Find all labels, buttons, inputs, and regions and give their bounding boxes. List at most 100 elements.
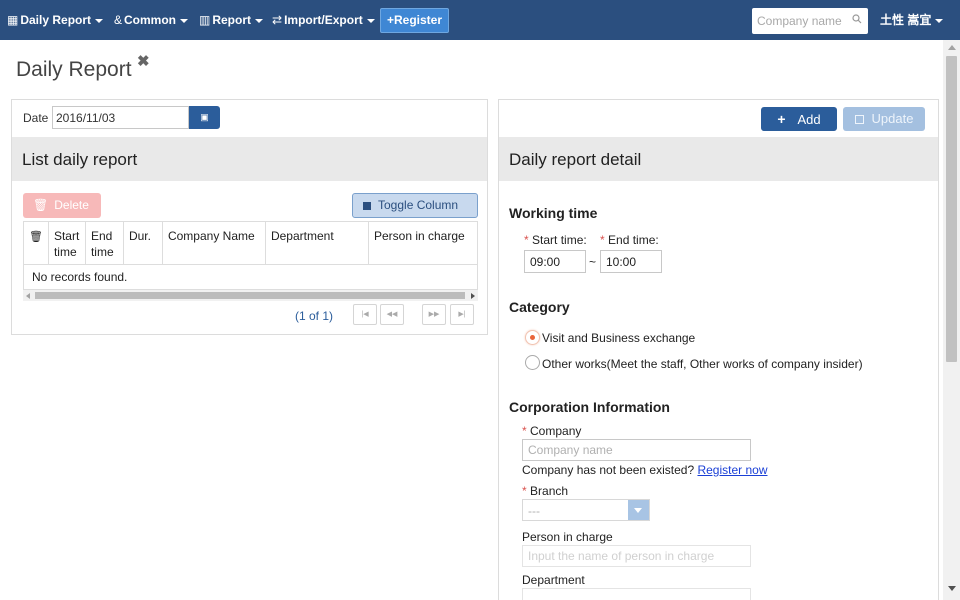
required-mark: *: [522, 424, 527, 438]
company-search-input[interactable]: [752, 8, 848, 34]
scroll-thumb[interactable]: [35, 292, 465, 299]
detail-panel-title: Daily report detail: [509, 150, 642, 169]
branch-label: * Branch: [522, 484, 568, 498]
person-in-charge-input[interactable]: [522, 545, 751, 567]
update-label: Update: [871, 111, 914, 126]
nav-common-label: Common: [124, 13, 177, 27]
empty-message: No records found.: [23, 264, 478, 290]
company-not-exist-text: Company has not been existed?: [522, 463, 695, 477]
calendar-icon: ▦: [7, 13, 19, 27]
column-header-company-name[interactable]: Company Name: [161, 221, 266, 265]
prev-page-button[interactable]: ◀◀: [380, 304, 404, 325]
chevron-down-icon[interactable]: [628, 500, 649, 520]
department-input[interactable]: [522, 588, 751, 600]
user-menu[interactable]: 土性 嵩宜: [880, 0, 944, 40]
column-header-department[interactable]: Department: [264, 221, 369, 265]
branch-select-value: ---: [528, 504, 540, 518]
date-input[interactable]: [52, 106, 189, 129]
required-mark: *: [524, 233, 529, 247]
vertical-scrollbar[interactable]: [943, 40, 960, 600]
horizontal-scrollbar[interactable]: [23, 290, 478, 301]
top-navbar: ▦ Daily Report & Common ▥ Report ⇄ Import/Ex…: [0, 0, 960, 40]
columns-icon: [363, 201, 371, 210]
company-not-exist-hint: Company has not been existed? Register n…: [522, 463, 768, 477]
trash-icon: 🗑: [33, 198, 49, 212]
column-header-person-in-charge[interactable]: Person in charge: [367, 221, 479, 265]
search-icon[interactable]: [852, 14, 862, 24]
page-info: (1 of 1): [295, 309, 334, 323]
last-page-button[interactable]: ▶|: [450, 304, 474, 325]
scroll-thumb[interactable]: [946, 56, 957, 362]
branch-select[interactable]: ---: [522, 499, 650, 521]
company-input[interactable]: [522, 439, 751, 461]
table-row: No records found.: [23, 264, 478, 290]
plus-icon: +: [777, 111, 786, 127]
update-button[interactable]: Update: [843, 107, 925, 131]
end-time-input[interactable]: [600, 250, 662, 273]
select-all-delete-header[interactable]: 🗑: [23, 221, 49, 265]
register-button[interactable]: +Register: [380, 8, 449, 33]
close-icon[interactable]: ✖: [137, 52, 150, 70]
first-page-button[interactable]: |◀: [353, 304, 377, 325]
start-time-input[interactable]: [524, 250, 586, 273]
detail-panel-header: Daily report detail: [499, 137, 938, 181]
column-header-start-time[interactable]: Start time: [47, 221, 86, 265]
nav-daily-report-label: Daily Report: [20, 13, 92, 27]
toggle-column-label: Toggle Column: [378, 198, 459, 212]
date-label: Date: [23, 111, 49, 125]
category-title: Category: [509, 299, 570, 315]
chevron-down-icon: [366, 18, 375, 23]
daily-report-list-panel: Date ▣ List daily report 🗑 Delete Toggle …: [11, 99, 488, 335]
plus-icon: +: [386, 13, 394, 27]
category-radio-other[interactable]: [525, 355, 540, 370]
delete-label: Delete: [54, 198, 89, 212]
register-now-link[interactable]: Register now: [697, 463, 767, 477]
column-header-duration[interactable]: Dur.: [122, 221, 163, 265]
delete-button[interactable]: 🗑 Delete: [23, 193, 101, 218]
company-label: * Company: [522, 424, 581, 438]
nav-import-export-label: Import/Export: [284, 13, 363, 27]
save-icon: [854, 115, 864, 125]
scroll-up-icon[interactable]: [948, 45, 956, 50]
bar-chart-icon: ▥: [199, 13, 211, 27]
column-header-end-time[interactable]: End time: [84, 221, 124, 265]
nav-daily-report-menu[interactable]: ▦ Daily Report: [7, 0, 104, 40]
add-button[interactable]: + Add: [761, 107, 837, 131]
scroll-right-icon[interactable]: [471, 293, 475, 299]
category-radio-visit[interactable]: [525, 330, 540, 345]
daily-report-table: 🗑 Start time End time Dur. Company Name …: [23, 221, 479, 290]
person-in-charge-label: Person in charge: [522, 530, 613, 544]
toggle-column-button[interactable]: Toggle Column: [352, 193, 478, 218]
group-icon: &: [114, 13, 123, 27]
nav-common-menu[interactable]: & Common: [114, 0, 189, 40]
chevron-down-icon: [935, 18, 944, 23]
register-label: Register: [393, 13, 443, 27]
exchange-icon: ⇄: [272, 13, 283, 27]
category-option-visit[interactable]: Visit and Business exchange: [542, 331, 695, 345]
chevron-down-icon: [95, 18, 104, 23]
scroll-down-icon[interactable]: [948, 586, 956, 591]
nav-report-label: Report: [212, 13, 252, 27]
time-separator: ~: [589, 255, 597, 269]
required-mark: *: [600, 233, 605, 247]
category-option-other[interactable]: Other works(Meet the staff, Other works …: [542, 357, 863, 371]
user-name: 土性 嵩宜: [880, 13, 932, 27]
chevron-down-icon: [180, 18, 189, 23]
end-time-label-text: End time:: [608, 233, 659, 247]
calendar-button[interactable]: ▣: [189, 106, 220, 129]
start-time-label-text: Start time:: [532, 233, 587, 247]
required-mark: *: [522, 484, 527, 498]
add-label: Add: [797, 112, 821, 127]
trash-icon: 🗑: [29, 231, 43, 243]
list-panel-header: List daily report: [12, 137, 487, 181]
next-page-button[interactable]: ▶▶: [422, 304, 446, 325]
calendar-icon: ▣: [200, 112, 209, 122]
company-label-text: Company: [530, 424, 582, 438]
nav-report-menu[interactable]: ▥ Report: [199, 0, 264, 40]
scroll-left-icon[interactable]: [26, 293, 30, 299]
branch-label-text: Branch: [530, 484, 569, 498]
daily-report-detail-panel: + Add Update Daily report detail Working …: [498, 99, 939, 600]
end-time-label: * End time:: [600, 233, 659, 247]
nav-import-export-menu[interactable]: ⇄ Import/Export: [272, 0, 375, 40]
company-search: [752, 8, 868, 34]
